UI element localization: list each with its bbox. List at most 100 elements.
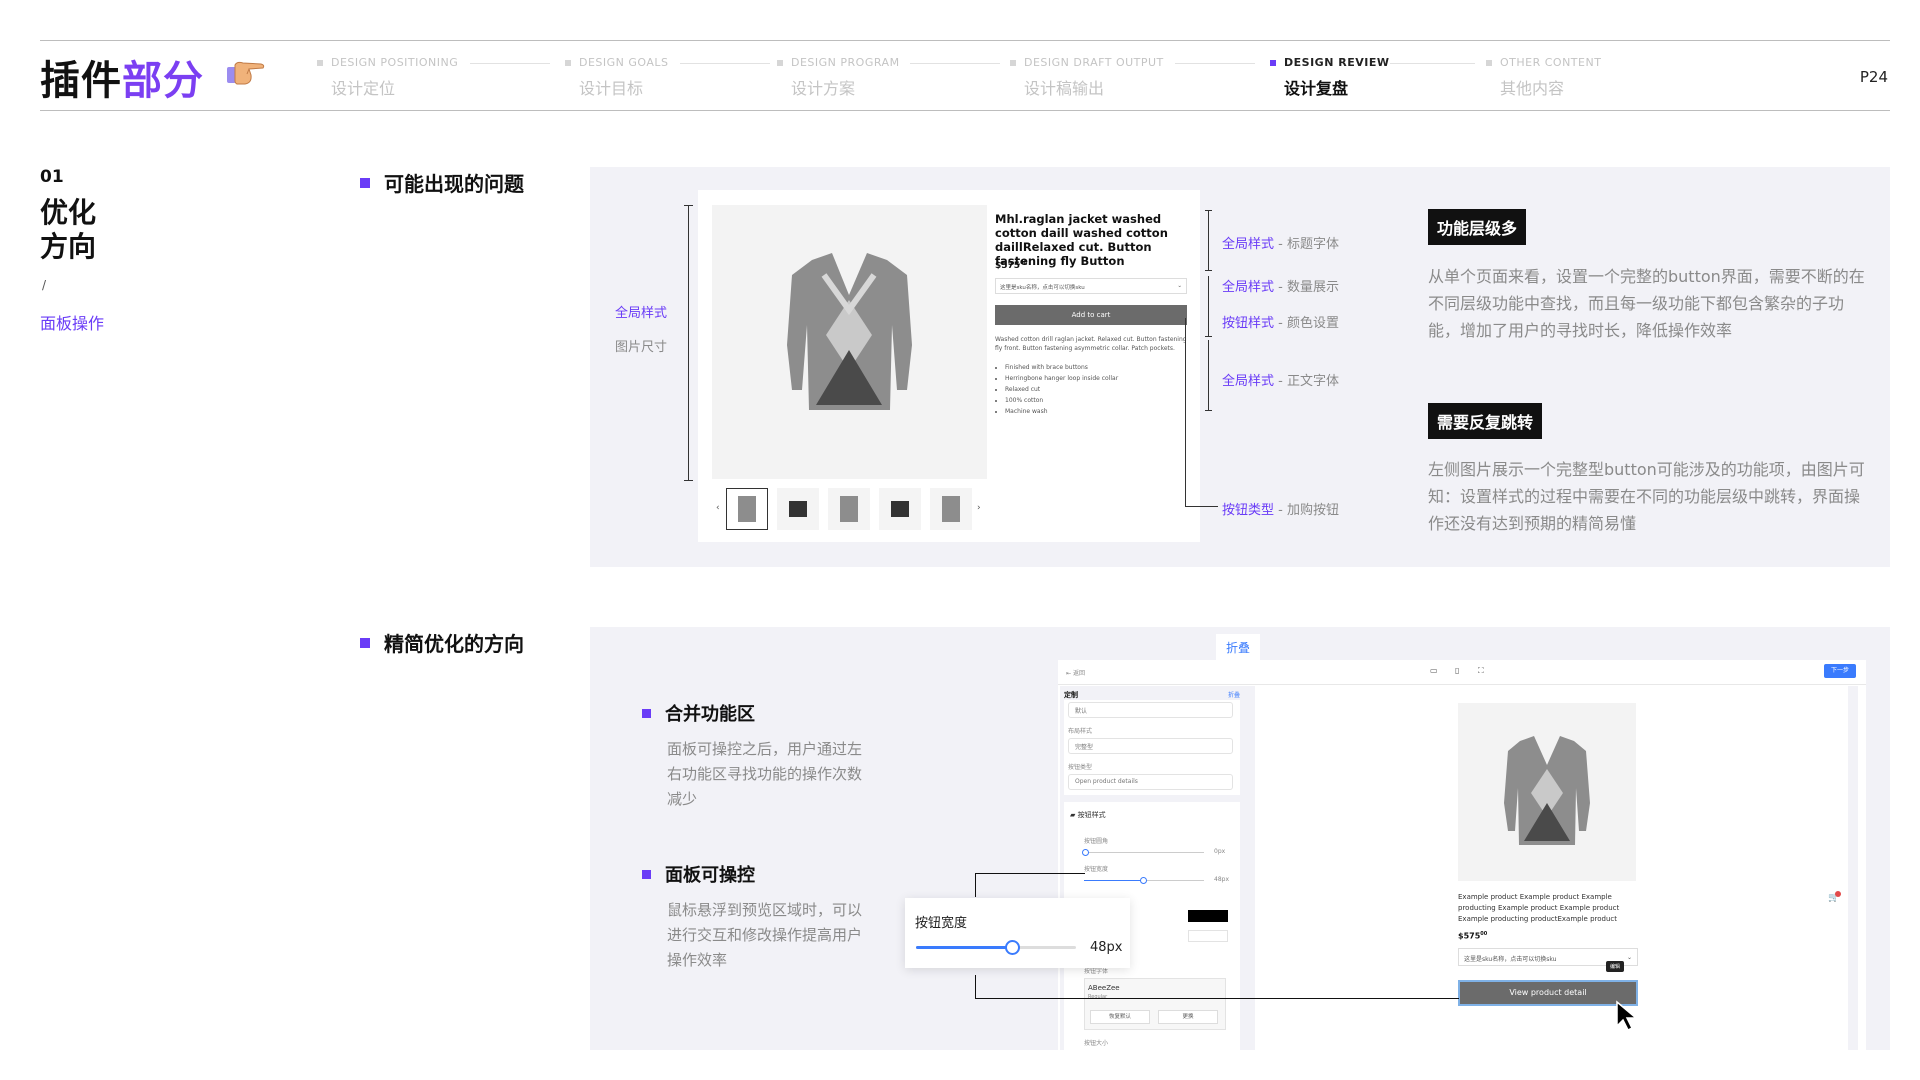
- step-separator: [680, 63, 770, 64]
- step-separator: [470, 63, 550, 64]
- width-value: 48px: [1214, 876, 1229, 883]
- add-to-cart-button[interactable]: Add to cart: [995, 305, 1187, 325]
- radius-slider[interactable]: [1084, 852, 1204, 853]
- preview-product-image: [1458, 703, 1636, 881]
- bracket-line: [1208, 340, 1209, 410]
- step-separator: [1390, 63, 1475, 64]
- preview-description: Example product Example product Example …: [1458, 893, 1620, 923]
- radius-label: 按钮圆角: [1084, 838, 1109, 845]
- list-item: Herringbone hanger loop inside collar: [1005, 373, 1118, 384]
- thumbnail-4[interactable]: [879, 488, 921, 530]
- width-popover: [905, 898, 1130, 968]
- chevron-right-icon[interactable]: ›: [977, 503, 981, 513]
- fold-link[interactable]: 折叠: [1228, 690, 1240, 699]
- problem-badge-jump: 需要反复跳转: [1428, 403, 1543, 439]
- step-design-positioning[interactable]: DESIGN POSITIONING 设计定位: [317, 56, 458, 99]
- top-select[interactable]: 默认: [1068, 702, 1233, 718]
- title-main: 插件: [40, 58, 122, 104]
- connector-line: [975, 975, 976, 998]
- width-slider-thumb[interactable]: [1140, 877, 1147, 884]
- step-separator: [1175, 63, 1255, 64]
- layout-label: 布局样式: [1068, 728, 1093, 735]
- section-link-panel-operation[interactable]: 面板操作: [40, 310, 104, 334]
- thumbnail-3[interactable]: [828, 488, 870, 530]
- list-item: 100% cotton: [1005, 395, 1118, 406]
- step-design-goals[interactable]: DESIGN GOALS 设计目标: [565, 56, 669, 99]
- next-button[interactable]: 下一步: [1824, 664, 1856, 678]
- problem-text-multilevel: 从单个页面来看，设置一个完整的button界面，需要不断的在不同层级功能中查找，…: [1428, 267, 1865, 340]
- label-global-style: 全局样式: [615, 306, 668, 321]
- section2-heading: 精简优化的方向: [360, 628, 524, 657]
- list-item: Relaxed cut: [1005, 384, 1118, 395]
- point-merge-title: 合并功能区: [642, 700, 755, 726]
- connector-line: [975, 873, 976, 897]
- bracket-line: [1208, 276, 1209, 336]
- size-label: 按钮大小: [1084, 1040, 1109, 1047]
- list-item: Finished with brace buttons: [1005, 362, 1118, 373]
- section1-heading: 可能出现的问题: [360, 168, 524, 197]
- radius-value: 0px: [1214, 848, 1226, 855]
- change-font-button[interactable]: 更换: [1158, 1010, 1218, 1024]
- button-style-header[interactable]: ▰ 按钮样式: [1070, 810, 1106, 820]
- thumbnail-1[interactable]: [726, 488, 768, 530]
- thumbnail-5[interactable]: [930, 488, 972, 530]
- fullscreen-icon[interactable]: ⛶: [1478, 666, 1484, 676]
- color-swatch-white[interactable]: [1188, 930, 1228, 942]
- step-design-review[interactable]: DESIGN REVIEW 设计复盘: [1270, 56, 1389, 99]
- annotation-color-setting: 按钮样式 - 颜色设置: [1222, 316, 1340, 331]
- annotation-add-button: 按钮类型 - 加购按钮: [1222, 503, 1340, 518]
- product-description: Washed cotton drill raglan jacket. Relax…: [995, 336, 1187, 352]
- preview-price: $57500: [1458, 931, 1488, 941]
- tablet-icon[interactable]: ▯: [1455, 666, 1459, 675]
- sku-select[interactable]: 这里是sku名称，点击可以切换sku ⌄: [995, 278, 1187, 294]
- page-number: P24: [1859, 68, 1888, 86]
- bracket-line: [1208, 210, 1209, 270]
- button-type-label: 按钮类型: [1068, 764, 1093, 771]
- connector-line: [1185, 318, 1186, 506]
- fold-tag: 折叠: [1216, 634, 1261, 661]
- page-title: 插件部分: [40, 48, 204, 106]
- header-bottom-rule: [40, 110, 1890, 111]
- list-item: Machine wash: [1005, 406, 1118, 417]
- chevron-left-icon[interactable]: ‹: [716, 503, 720, 513]
- chevron-down-icon: ⌄: [1626, 954, 1632, 961]
- step-design-draft-output[interactable]: DESIGN DRAFT OUTPUT 设计稿输出: [1010, 56, 1164, 99]
- thumbnail-2[interactable]: [777, 488, 819, 530]
- view-product-detail-button[interactable]: View product detail: [1458, 980, 1638, 1006]
- popover-value: 48px: [1090, 940, 1123, 955]
- font-name: ABeeZee: [1088, 984, 1120, 992]
- width-label: 按钮宽度: [1084, 866, 1109, 873]
- sweater-image: [787, 253, 912, 410]
- annotation-quantity: 全局样式 - 数量展示: [1222, 280, 1340, 295]
- cart-badge: [1835, 891, 1841, 897]
- product-price: $57500: [995, 260, 1028, 271]
- popover-slider-thumb[interactable]: [1005, 940, 1020, 955]
- color-swatch-black[interactable]: [1188, 910, 1228, 922]
- problem-badge-multilevel: 功能层级多: [1428, 209, 1527, 245]
- restore-default-button[interactable]: 恢复默认: [1090, 1010, 1150, 1024]
- layout-select[interactable]: 完整型: [1068, 738, 1233, 754]
- popover-slider-fill: [916, 946, 1012, 949]
- cursor-icon: [1615, 1000, 1641, 1036]
- step-design-program[interactable]: DESIGN PROGRAM 设计方案: [777, 56, 900, 99]
- desktop-icon[interactable]: ▭: [1430, 666, 1438, 675]
- connector-line: [1185, 506, 1218, 507]
- step-other-content[interactable]: OTHER CONTENT 其他内容: [1486, 56, 1601, 99]
- radius-slider-thumb[interactable]: [1082, 849, 1089, 856]
- pointing-hand-icon: [225, 55, 267, 98]
- title-accent: 部分: [122, 58, 204, 104]
- section-number: 01: [40, 167, 64, 187]
- dimension-line: [688, 205, 689, 480]
- font-style: Regular: [1088, 994, 1108, 1000]
- sweater-image: [1504, 736, 1590, 845]
- header-top-rule: [40, 40, 1890, 41]
- button-type-select[interactable]: Open product details: [1068, 774, 1233, 790]
- button-style-icon: ▰: [1070, 811, 1076, 819]
- popover-label: 按钮宽度: [915, 916, 968, 931]
- product-image: [712, 205, 987, 479]
- point-merge-text: 面板可操控之后，用户通过左右功能区寻找功能的操作次数减少: [667, 740, 863, 808]
- section-slash: /: [42, 278, 47, 292]
- back-link[interactable]: ⇤ 返回: [1066, 668, 1085, 677]
- connector-line: [975, 873, 1085, 874]
- edit-tooltip: 编辑: [1606, 961, 1625, 972]
